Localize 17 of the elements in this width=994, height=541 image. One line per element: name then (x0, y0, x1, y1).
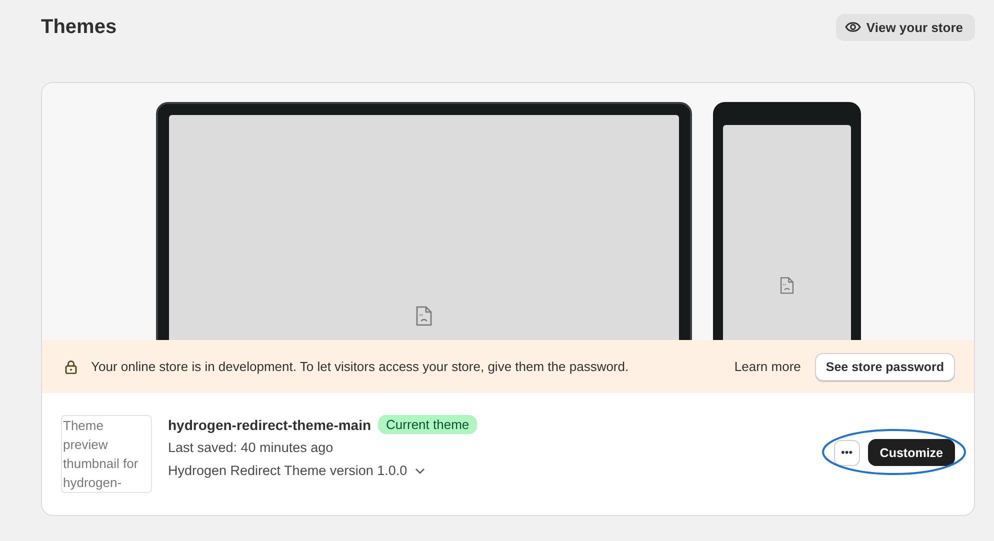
chevron-down-icon (415, 468, 426, 474)
customize-button[interactable]: Customize (868, 439, 955, 466)
current-theme-badge: Current theme (378, 415, 478, 434)
theme-thumbnail: Theme preview thumbnail for hydrogen- (61, 415, 152, 493)
learn-more-link[interactable]: Learn more (734, 359, 801, 374)
see-store-password-button[interactable]: See store password (814, 352, 955, 380)
eye-icon (845, 21, 862, 33)
broken-image-icon (780, 277, 794, 294)
banner-message: Your online store is in development. To let visitors access your store, give them the password. (91, 359, 630, 374)
theme-version-dropdown[interactable]: Hydrogen Redirect Theme version 1.0.0 (168, 463, 818, 478)
page-title: Themes (41, 16, 117, 38)
last-saved-text: Last saved: 40 minutes ago (168, 440, 334, 455)
more-actions-button[interactable]: ••• (834, 440, 860, 466)
broken-image-icon (416, 306, 432, 326)
view-store-button[interactable]: View your store (836, 14, 975, 40)
theme-name: hydrogen-redirect-theme-main (168, 416, 372, 432)
lock-icon (65, 360, 77, 374)
